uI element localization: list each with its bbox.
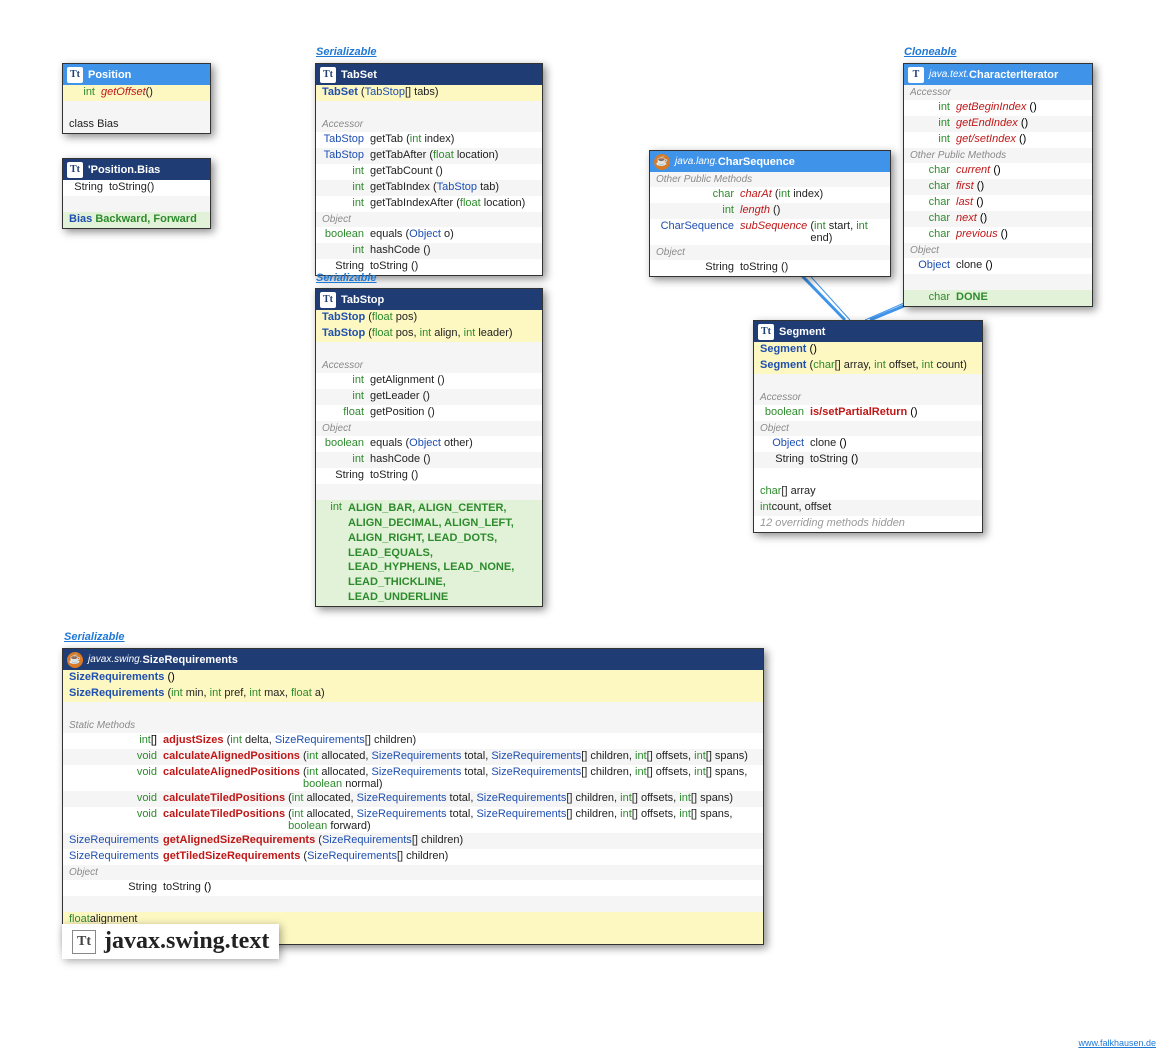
interface-icon: ☕ [654,154,670,170]
class-icon: Tt [758,324,774,340]
class-icon: Tt [320,67,336,83]
super-link[interactable]: Serializable [316,46,377,58]
class-size-requirements: ☕javax.swing.SizeRequirements SizeRequir… [62,648,764,945]
header: Tt Position [63,64,210,85]
class-icon: Tt [67,162,83,178]
class-icon: Tt [320,292,336,308]
header: Tt'Position.Bias [63,159,210,180]
title: CharacterIterator [969,69,1058,81]
iface-charsequence: ☕java.lang.CharSequence Other Public Met… [649,150,891,277]
package-icon: Tt [72,930,96,954]
field-row: class Bias [63,117,210,133]
title: Position [88,69,131,81]
interface-icon: T [908,67,924,83]
class-segment: TtSegment Segment () Segment (char[] arr… [753,320,983,533]
title: TabStop [341,294,384,306]
super-link[interactable]: Serializable [316,272,377,284]
field-row: Bias Backward, Forward [63,212,210,228]
class-tabset: TtTabSet TabSet (TabStop[] tabs) Accesso… [315,63,543,276]
footer-link[interactable]: www.falkhausen.de [1078,1038,1156,1048]
method-row: intgetOffset() [63,85,210,101]
title: TabSet [341,69,377,81]
class-position: Tt Position intgetOffset() class Bias [62,63,211,134]
title: Segment [779,326,825,338]
class-tabstop: TtTabStop TabStop (float pos) TabStop (f… [315,288,543,607]
title: CharSequence [718,156,795,168]
method-row: StringtoString() [63,180,210,196]
super-link[interactable]: Cloneable [904,46,957,58]
title: SizeRequirements [142,654,237,666]
class-icon: ☕ [67,652,83,668]
title: Position.Bias [91,164,161,176]
super-link[interactable]: Serializable [64,631,125,643]
package-title: Ttjavax.swing.text [62,924,279,959]
class-icon: Tt [67,67,83,83]
class-position-bias: Tt'Position.Bias StringtoString() Bias B… [62,158,211,229]
iface-char-iterator: Tjava.text.CharacterIterator Accessor in… [903,63,1093,307]
